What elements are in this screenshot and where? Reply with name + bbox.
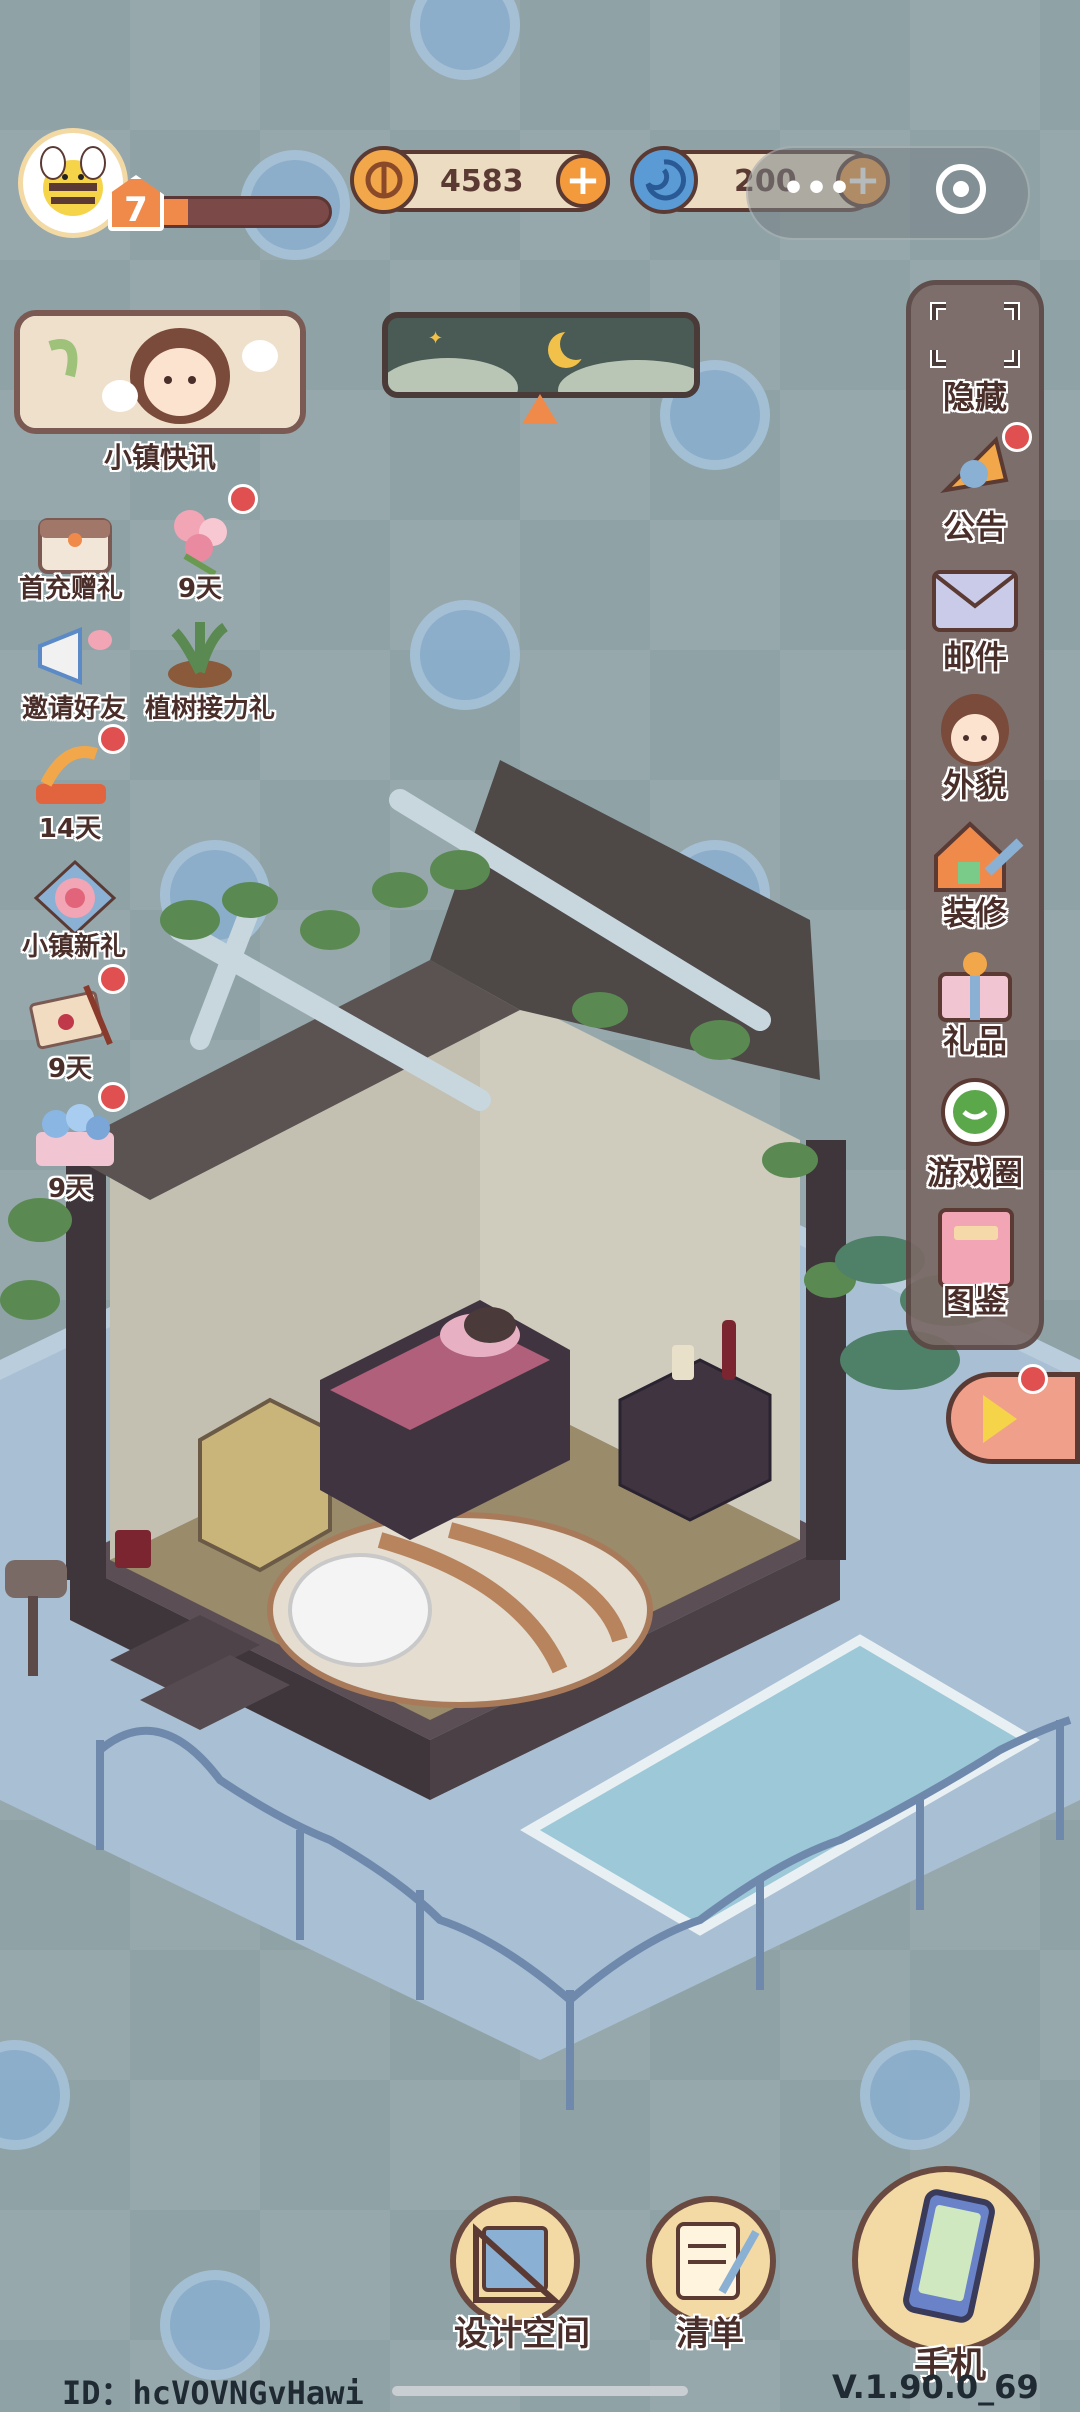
swirl-gem-icon xyxy=(630,146,698,214)
gift-icon xyxy=(938,952,1012,1022)
close-miniprogram-button[interactable] xyxy=(936,164,986,214)
trophy-event-timer: 14天 xyxy=(38,814,102,844)
smartphone-icon xyxy=(903,2189,995,2323)
expand-panel-button[interactable] xyxy=(946,1372,1080,1464)
plant-icon xyxy=(168,622,232,688)
town-news-label: 小镇快讯 xyxy=(103,441,216,474)
renovation-label: 装修 xyxy=(942,894,1007,932)
trophy-event-notification-dot xyxy=(98,724,128,754)
bg-sun-decoration xyxy=(160,2270,270,2380)
bean-bag[interactable] xyxy=(288,1553,432,1667)
announcement-label: 公告 xyxy=(942,508,1007,546)
bg-sun-decoration xyxy=(410,600,520,710)
collection-book-label: 图鉴 xyxy=(942,1282,1007,1320)
invite-friends-button[interactable] xyxy=(30,616,120,696)
mailbox[interactable] xyxy=(5,1560,67,1598)
coin-icon xyxy=(350,146,418,214)
mail-icon xyxy=(932,570,1018,632)
time-marker-icon xyxy=(522,394,558,424)
expand-panel-notification-dot xyxy=(1018,1364,1048,1394)
megaphone-icon xyxy=(38,627,112,685)
mail-label: 邮件 xyxy=(942,638,1007,676)
letter-event-notification-dot xyxy=(98,964,128,994)
letter-event-timer: 9天 xyxy=(47,1054,93,1084)
news-character-icon xyxy=(20,316,300,428)
tree-relay-label: 植树接力礼 xyxy=(144,694,275,724)
scroll-quill-icon xyxy=(676,2222,760,2300)
town-new-gift-label: 小镇新礼 xyxy=(21,932,126,962)
home-indicator[interactable] xyxy=(392,2386,688,2396)
hide-frame-icon xyxy=(930,302,1020,368)
house-wrench-icon xyxy=(934,821,1024,892)
gifts-label: 礼品 xyxy=(942,1022,1007,1060)
checklist-label: 清单 xyxy=(676,2314,744,2354)
phone-button[interactable] xyxy=(852,2166,1040,2354)
announcement-notification-dot xyxy=(1002,422,1032,452)
day-night-indicator[interactable]: ✦ xyxy=(382,312,700,398)
first-charge-gift-label: 首充赠礼 xyxy=(18,574,123,604)
add-coins-button[interactable]: + xyxy=(556,154,610,208)
version-text: V.1.90.0_69 xyxy=(832,2368,1039,2406)
more-options-button[interactable]: ••• xyxy=(782,168,851,209)
hide-ui-label: 隐藏 xyxy=(942,378,1007,416)
blue-flower-event-timer: 9天 xyxy=(47,1174,93,1204)
character-face-icon xyxy=(941,694,1009,766)
ruler-blueprint-icon xyxy=(473,2223,562,2303)
player-id: ID：hcVOVNGvHawi xyxy=(62,2374,364,2412)
game-circle-label: 游戏圈 xyxy=(926,1154,1023,1192)
chat-bubble-icon xyxy=(941,1078,1009,1146)
wine-bottle[interactable] xyxy=(722,1320,736,1380)
play-arrow-icon xyxy=(983,1395,1017,1443)
town-news-card[interactable] xyxy=(14,310,306,434)
flower-event-timer: 9天 xyxy=(177,574,223,604)
design-space-label: 设计空间 xyxy=(454,2314,590,2354)
xp-bar xyxy=(150,196,332,228)
tree-relay-button[interactable] xyxy=(155,612,245,692)
svg-text:✦: ✦ xyxy=(428,328,443,349)
blue-flower-event-notification-dot xyxy=(98,1082,128,1112)
invite-friends-label: 邀请好友 xyxy=(21,694,126,724)
coin-amount: 4583 xyxy=(440,164,524,199)
bg-sun-decoration xyxy=(410,0,520,80)
appearance-label: 外貌 xyxy=(942,766,1007,804)
trash-bin[interactable] xyxy=(115,1530,151,1568)
sleeping-character[interactable] xyxy=(464,1307,516,1343)
flower-event-notification-dot xyxy=(228,484,258,514)
